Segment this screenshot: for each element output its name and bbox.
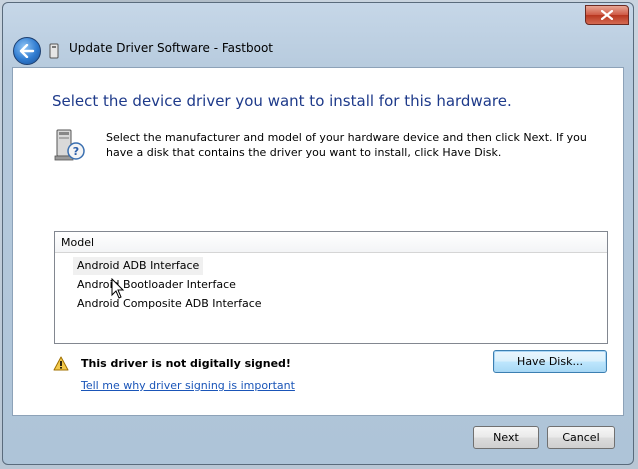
window-title: Update Driver Software - Fastboot — [69, 41, 273, 55]
back-button[interactable] — [13, 37, 41, 65]
hardware-help-icon: ? — [54, 129, 85, 161]
list-item[interactable]: Android ADB Interface — [73, 257, 204, 275]
next-button[interactable]: Next — [473, 426, 539, 449]
have-disk-button[interactable]: Have Disk... — [493, 350, 607, 373]
back-arrow-icon — [19, 44, 35, 58]
list-item[interactable]: Android Bootloader Interface — [73, 276, 240, 294]
content-panel: Select the device driver you want to ins… — [12, 67, 624, 416]
close-icon — [601, 10, 613, 20]
svg-text:?: ? — [73, 145, 79, 158]
model-listbox[interactable]: Model Android ADB Interface Android Boot… — [54, 231, 608, 344]
list-item[interactable]: Android Composite ADB Interface — [73, 295, 266, 313]
mouse-cursor-icon — [111, 278, 125, 299]
unsigned-driver-warning: This driver is not digitally signed! — [81, 357, 291, 370]
driver-signing-link[interactable]: Tell me why driver signing is important — [81, 379, 295, 392]
model-column-header[interactable]: Model — [55, 232, 607, 253]
instruction-text: Select the manufacturer and model of you… — [106, 131, 587, 159]
cancel-button[interactable]: Cancel — [547, 426, 615, 449]
page-heading: Select the device driver you want to ins… — [52, 92, 512, 110]
close-button[interactable] — [585, 5, 629, 25]
update-driver-dialog: Update Driver Software - Fastboot Select… — [2, 2, 634, 465]
device-icon — [49, 43, 59, 59]
warning-icon — [53, 356, 69, 371]
title-bar: Update Driver Software - Fastboot — [3, 3, 633, 67]
